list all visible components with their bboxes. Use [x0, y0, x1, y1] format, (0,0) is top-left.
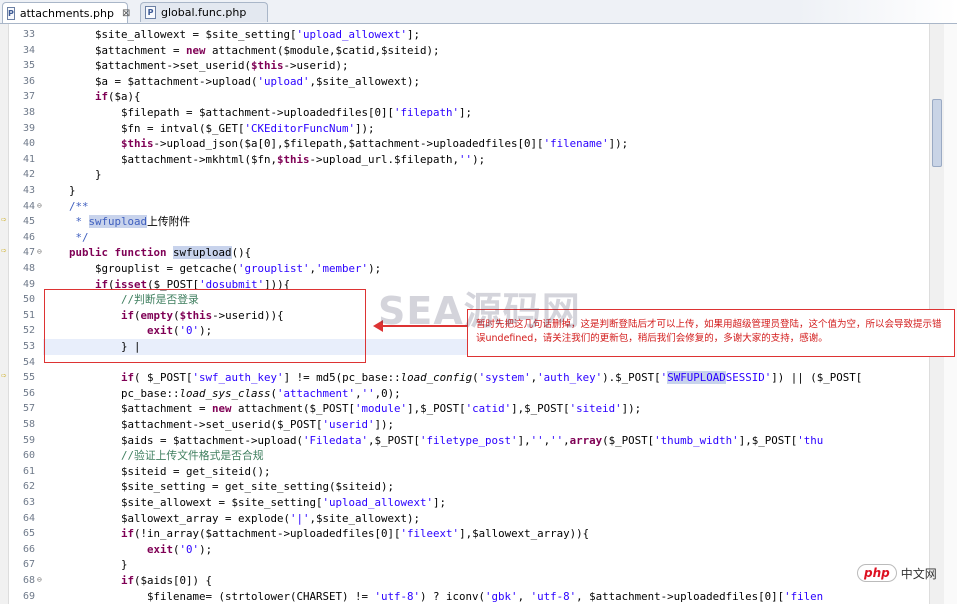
line-number: 33: [22, 29, 35, 40]
tab-bar-filler: [797, 0, 957, 23]
line-number: 54: [22, 356, 35, 368]
code-line[interactable]: $site_allowext = $site_setting['upload_a…: [43, 495, 929, 511]
tab-attachments-php[interactable]: P attachments.php ⊠: [2, 2, 130, 23]
occurrence-arrow-icon: ⇨: [1, 215, 7, 226]
php-badge-text: 中文网: [900, 566, 937, 581]
line-number: 62: [22, 481, 35, 493]
line-number: 38: [22, 107, 35, 118]
code-line[interactable]: public function swfupload(){: [43, 245, 929, 261]
code-line[interactable]: $attachment = new attachment($module,$ca…: [43, 43, 929, 59]
code-line[interactable]: $aids = $attachment->upload('Filedata',$…: [43, 433, 929, 449]
code-line[interactable]: $attachment->mkhtml($fn,$this->upload_ur…: [43, 152, 929, 168]
code-line[interactable]: }: [43, 557, 929, 573]
scrollbar-thumb[interactable]: [932, 99, 942, 167]
line-number: 35: [22, 60, 35, 72]
fold-toggle-icon[interactable]: ⊖: [37, 201, 42, 210]
code-line[interactable]: $filename= (strtolower(CHARSET) != 'utf-…: [43, 589, 929, 604]
annotation-ruler: [0, 24, 9, 604]
php-file-icon: P: [7, 6, 15, 20]
code-line[interactable]: $siteid = get_siteid();: [43, 464, 929, 480]
line-number: 60: [22, 450, 35, 462]
close-icon[interactable]: ⊠: [122, 8, 130, 19]
code-line[interactable]: }: [43, 183, 929, 199]
code-line[interactable]: if( $_POST['swf_auth_key'] != md5(pc_bas…: [43, 370, 929, 386]
code-line[interactable]: */: [43, 230, 929, 246]
fold-toggle-icon[interactable]: ⊖: [37, 247, 42, 256]
line-number: 52: [22, 325, 35, 337]
line-number: 58: [22, 419, 35, 430]
occurrence-arrow-icon: ⇨: [1, 246, 7, 257]
line-number-gutter: 33 34 35 36 37 38 39 40 41 42 43 44 ⊖ 45 46 47 ⊖ 48 49 50 51…: [9, 24, 43, 604]
code-line[interactable]: if($a){: [43, 89, 929, 105]
line-number: 50: [22, 294, 35, 306]
line-number: 40: [22, 138, 35, 150]
code-line[interactable]: * swfupload上传附件: [43, 214, 929, 230]
code-line[interactable]: pc_base::load_sys_class('attachment','',…: [43, 386, 929, 402]
line-number: 67: [22, 559, 35, 571]
code-line[interactable]: if($aids[0]) {: [43, 573, 929, 589]
code-line[interactable]: $fn = intval($_GET['CKEditorFuncNum']);: [43, 121, 929, 137]
line-number: 34: [22, 44, 35, 56]
code-line[interactable]: $attachment->set_userid($this->userid);: [43, 58, 929, 74]
code-line[interactable]: $grouplist = getcache('grouplist','membe…: [43, 261, 929, 277]
code-line[interactable]: $filepath = $attachment->uploadedfiles[0…: [43, 105, 929, 121]
watermark: SEA源码网: [378, 289, 581, 333]
code-line[interactable]: $attachment = new attachment($_POST['mod…: [43, 401, 929, 417]
line-number: 37: [22, 91, 35, 103]
line-number: 64: [22, 512, 35, 524]
line-number: 46: [22, 231, 35, 243]
line-number: 57: [22, 403, 35, 415]
line-number: 55: [22, 372, 35, 384]
code-line[interactable]: /**: [43, 199, 929, 215]
line-number: 63: [22, 497, 35, 508]
line-number: 68: [22, 575, 35, 586]
php-file-icon: P: [145, 6, 156, 19]
line-number: 66: [22, 543, 35, 555]
code-line[interactable]: $allowext_array = explode('|',$site_allo…: [43, 511, 929, 527]
php-cn-badge: php 中文网: [857, 560, 947, 586]
code-line[interactable]: }: [43, 167, 929, 183]
code-line[interactable]: $site_allowext = $site_setting['upload_a…: [43, 27, 929, 43]
code-line[interactable]: //验证上传文件格式是否合规: [43, 448, 929, 464]
line-number: 59: [22, 434, 35, 446]
occurrence-arrow-icon: ⇨: [1, 371, 7, 382]
code-line[interactable]: $site_setting = get_site_setting($siteid…: [43, 479, 929, 495]
code-line[interactable]: $attachment->set_userid($_POST['userid']…: [43, 417, 929, 433]
code-line[interactable]: $this->upload_json($a[0],$filepath,$atta…: [43, 136, 929, 152]
line-number: 47: [22, 247, 35, 259]
php-logo: php: [857, 564, 897, 582]
line-number: 53: [22, 341, 35, 352]
line-number: 39: [22, 122, 35, 134]
line-number: 61: [22, 465, 35, 477]
line-number: 56: [22, 387, 35, 399]
highlight-box: [44, 289, 366, 363]
tab-global-func-php[interactable]: P global.func.php: [140, 2, 268, 22]
line-number: 44: [22, 200, 35, 212]
fold-toggle-icon[interactable]: ⊖: [37, 575, 42, 584]
line-number: 42: [22, 169, 35, 181]
line-number: 48: [22, 263, 35, 274]
line-number: 69: [22, 590, 35, 602]
line-number: 43: [22, 185, 35, 196]
line-number: 45: [22, 216, 35, 228]
line-number: 36: [22, 75, 35, 87]
code-line[interactable]: exit('0');: [43, 542, 929, 558]
line-number: 49: [22, 278, 35, 290]
code-line[interactable]: if(!in_array($attachment->uploadedfiles[…: [43, 526, 929, 542]
tab-label: global.func.php: [161, 6, 247, 19]
tab-label: attachments.php: [19, 6, 114, 20]
editor-tab-bar: P attachments.php ⊠ P global.func.php: [0, 0, 957, 24]
code-line[interactable]: $a = $attachment->upload('upload',$site_…: [43, 74, 929, 90]
line-number: 41: [22, 153, 35, 165]
line-number: 51: [22, 309, 35, 321]
line-number: 65: [22, 528, 35, 540]
